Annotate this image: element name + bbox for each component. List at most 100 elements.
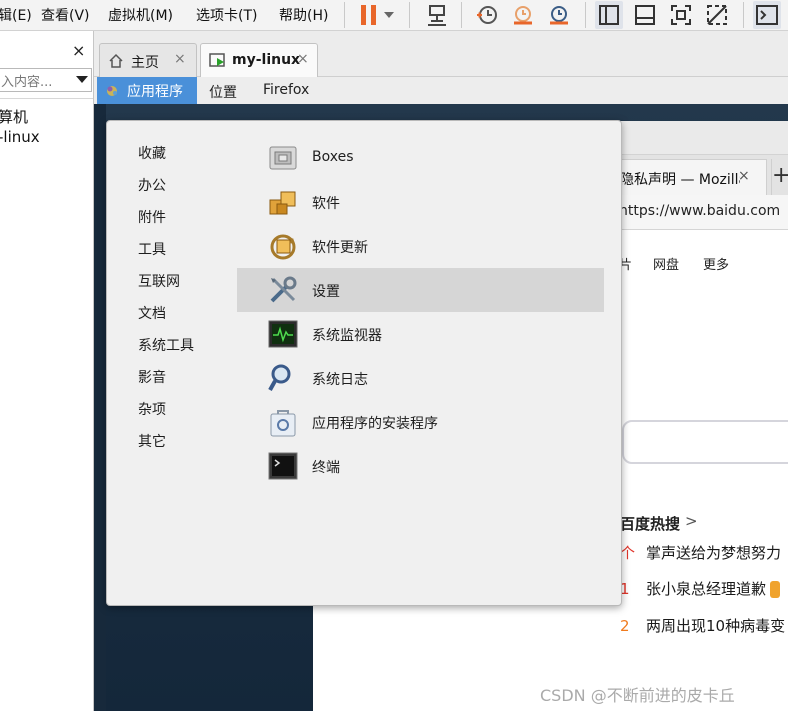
app-system-log-label: 系统日志 bbox=[312, 372, 368, 388]
tab-my-linux-close-icon[interactable]: × bbox=[297, 51, 309, 67]
hot-text: 张小泉总经理道歉 bbox=[646, 580, 767, 598]
baidu-link-more[interactable]: 更多 bbox=[703, 254, 729, 273]
applications-popup: 收藏 办公 附件 工具 互联网 文档 系统工具 影音 杂项 其它 Boxes 软… bbox=[106, 120, 622, 606]
chevron-right-icon[interactable]: > bbox=[685, 512, 698, 530]
vm-border bbox=[94, 104, 106, 711]
firefox-url-text: https://www.baidu.com bbox=[619, 203, 781, 219]
vm-running-icon bbox=[209, 53, 227, 73]
system-monitor-icon bbox=[267, 318, 299, 350]
hot-list-item[interactable]: 2 两周出现10种病毒变 bbox=[620, 615, 785, 636]
app-installer[interactable]: 应用程序的安装程序 bbox=[237, 400, 604, 444]
library-item-computer[interactable]: 算机 bbox=[0, 106, 28, 127]
app-boxes[interactable]: Boxes bbox=[237, 136, 604, 180]
hot-list-item[interactable]: 1 张小泉总经理道歉 bbox=[620, 578, 781, 599]
tab-my-linux-label: my-linux bbox=[232, 52, 301, 68]
category-favorites[interactable]: 收藏 bbox=[138, 143, 166, 163]
library-view-icon[interactable] bbox=[595, 1, 623, 29]
firefox-tab-close-icon[interactable]: × bbox=[738, 168, 750, 184]
category-internet[interactable]: 互联网 bbox=[138, 271, 180, 291]
category-accessories[interactable]: 附件 bbox=[138, 207, 166, 227]
firefox-tab-title: 隐私声明 — Mozilla bbox=[620, 172, 740, 188]
app-settings-label: 设置 bbox=[312, 284, 340, 300]
baidu-search-input[interactable] bbox=[622, 420, 788, 464]
toolbar-separator bbox=[743, 2, 744, 28]
snapshot-manager-icon[interactable] bbox=[545, 1, 573, 29]
hot-list-item[interactable]: 个掌声送给为梦想努力 bbox=[620, 542, 781, 563]
hot-rank: 个 bbox=[620, 544, 636, 562]
tab-home-close-icon[interactable]: × bbox=[174, 51, 186, 67]
menu-help[interactable]: 帮助(H) bbox=[279, 5, 328, 25]
category-office[interactable]: 办公 bbox=[138, 175, 166, 195]
software-icon bbox=[267, 186, 299, 218]
app-terminal-label: 终端 bbox=[312, 460, 340, 476]
menu-edit[interactable]: 辑(E) bbox=[0, 5, 32, 25]
system-log-icon bbox=[267, 362, 299, 394]
toolbar-separator bbox=[344, 2, 345, 28]
firefox-menu[interactable]: Firefox bbox=[263, 82, 309, 98]
app-settings[interactable]: 设置 bbox=[237, 268, 604, 312]
library-item-my-linux[interactable]: -linux bbox=[0, 128, 40, 146]
pause-icon[interactable] bbox=[355, 1, 383, 29]
watermark: CSDN @不断前进的皮卡丘 bbox=[540, 686, 735, 705]
terminal-icon[interactable] bbox=[753, 1, 781, 29]
hot-rank: 2 bbox=[620, 617, 630, 635]
applications-menu-button[interactable]: 应用程序 bbox=[97, 77, 197, 104]
app-software-update[interactable]: 软件更新 bbox=[237, 224, 604, 268]
gnome-top-bar: 应用程序 位置 Firefox bbox=[94, 77, 788, 105]
terminal-app-icon bbox=[267, 450, 299, 482]
app-installer-icon bbox=[267, 406, 299, 438]
library-search-input[interactable]: 入内容... bbox=[0, 68, 92, 92]
host-menubar: 辑(E) 查看(V) 虚拟机(M) 选项卡(T) 帮助(H) bbox=[0, 0, 788, 31]
firefox-new-tab-button[interactable]: + bbox=[771, 159, 788, 195]
app-system-monitor[interactable]: 系统监视器 bbox=[237, 312, 604, 356]
settings-icon bbox=[267, 274, 299, 306]
tab-my-linux[interactable]: my-linux × bbox=[200, 43, 318, 77]
send-keys-icon[interactable] bbox=[423, 1, 451, 29]
hot-rank: 1 bbox=[620, 580, 630, 598]
category-sound-video[interactable]: 影音 bbox=[138, 367, 166, 387]
library-panel: × 入内容... 算机 -linux bbox=[0, 31, 94, 711]
snapshot-icon[interactable] bbox=[473, 1, 501, 29]
toolbar-separator bbox=[409, 2, 410, 28]
app-software-update-label: 软件更新 bbox=[312, 240, 368, 256]
app-terminal[interactable]: 终端 bbox=[237, 444, 604, 488]
baidu-hot-title[interactable]: 百度热搜 bbox=[620, 513, 680, 534]
tab-home[interactable]: 主页 × bbox=[99, 43, 197, 77]
toolbar-separator bbox=[585, 2, 586, 28]
menu-vm[interactable]: 虚拟机(M) bbox=[108, 5, 173, 25]
dropdown-arrow-icon[interactable] bbox=[381, 1, 397, 29]
category-sundry[interactable]: 杂项 bbox=[138, 399, 166, 419]
menu-view[interactable]: 查看(V) bbox=[41, 5, 90, 25]
fullscreen-icon[interactable] bbox=[667, 1, 695, 29]
hot-text: 两周出现10种病毒变 bbox=[646, 617, 786, 635]
applications-menu-label: 应用程序 bbox=[127, 84, 183, 100]
app-software[interactable]: 软件 bbox=[237, 180, 604, 224]
revert-snapshot-icon[interactable] bbox=[509, 1, 537, 29]
hot-badge-icon bbox=[770, 581, 781, 598]
category-documents[interactable]: 文档 bbox=[138, 303, 166, 323]
unity-icon[interactable] bbox=[703, 1, 731, 29]
library-close-icon[interactable]: × bbox=[72, 41, 85, 60]
places-menu[interactable]: 位置 bbox=[209, 82, 237, 102]
divider bbox=[0, 98, 93, 99]
chevron-down-icon[interactable] bbox=[76, 76, 88, 83]
app-boxes-label: Boxes bbox=[312, 149, 354, 165]
toolbar-separator bbox=[461, 2, 462, 28]
gnome-foot-icon bbox=[105, 83, 120, 102]
menu-tabs[interactable]: 选项卡(T) bbox=[196, 5, 257, 25]
app-system-monitor-label: 系统监视器 bbox=[312, 328, 382, 344]
app-system-log[interactable]: 系统日志 bbox=[237, 356, 604, 400]
category-other[interactable]: 其它 bbox=[138, 431, 166, 451]
app-installer-label: 应用程序的安装程序 bbox=[312, 416, 438, 432]
home-icon bbox=[108, 53, 124, 73]
software-update-icon bbox=[267, 230, 299, 262]
boxes-icon bbox=[267, 142, 299, 174]
tab-home-label: 主页 bbox=[131, 55, 159, 71]
hot-text: 掌声送给为梦想努力 bbox=[646, 544, 782, 562]
baidu-link-netdisk[interactable]: 网盘 bbox=[653, 254, 679, 273]
category-system-tools[interactable]: 系统工具 bbox=[138, 335, 194, 355]
firefox-tab[interactable]: 隐私声明 — Mozilla × bbox=[605, 159, 767, 196]
console-view-icon[interactable] bbox=[631, 1, 659, 29]
category-tools[interactable]: 工具 bbox=[138, 239, 166, 259]
vm-tabstrip: 主页 × my-linux × bbox=[94, 31, 788, 77]
